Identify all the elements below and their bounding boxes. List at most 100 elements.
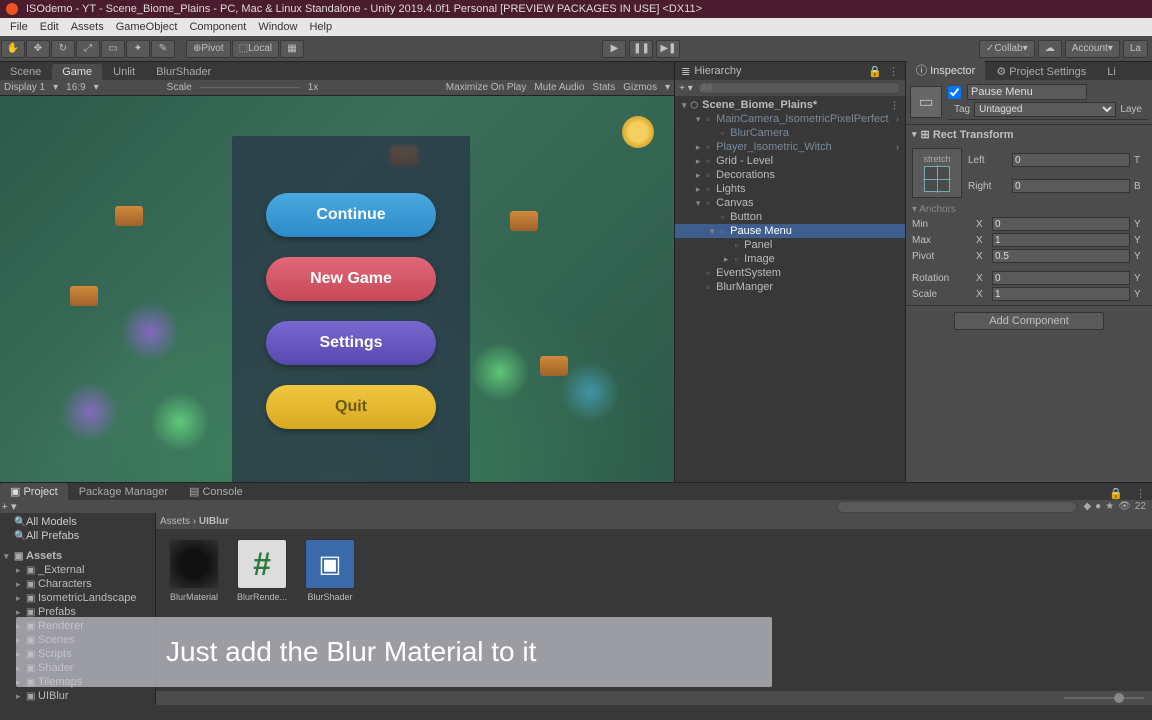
scale-tool-icon[interactable]: ⤢ [76,40,100,58]
gizmos-toggle[interactable]: Gizmos [619,82,661,93]
enabled-checkbox[interactable] [948,86,961,99]
hierarchy-search[interactable] [697,82,901,94]
layers-dropdown[interactable]: La [1123,40,1148,58]
menu-edit[interactable]: Edit [34,21,65,33]
tab-package-manager[interactable]: Package Manager [69,484,178,500]
folder-item[interactable]: ▸▣Characters [0,577,155,591]
settings-button[interactable]: Settings [266,321,436,365]
tab-inspector[interactable]: ⓘ Inspector [906,60,985,80]
panel-menu-icon[interactable]: ⋮ [1129,487,1152,500]
hierarchy-item[interactable]: ▫BlurManger [675,280,905,294]
pivot-x-field[interactable] [992,249,1130,263]
rotate-tool-icon[interactable]: ↻ [51,40,75,58]
menu-assets[interactable]: Assets [65,21,110,33]
aspect-dropdown[interactable]: 16:9 [62,82,89,93]
hierarchy-item[interactable]: ▸▫Image [675,252,905,266]
continue-button[interactable]: Continue [266,193,436,237]
move-tool-icon[interactable]: ✥ [26,40,50,58]
menu-help[interactable]: Help [303,21,338,33]
hierarchy-item[interactable]: ▾▫Canvas [675,196,905,210]
tab-game[interactable]: Game [52,64,102,80]
local-toggle[interactable]: ⬚ Local [232,40,279,58]
custom-tool-icon[interactable]: ✎ [151,40,175,58]
hierarchy-tree[interactable]: ▾⬡ Scene_Biome_Plains* ⋮ ▾▫MainCamera_Is… [675,96,905,482]
tab-unlit[interactable]: Unlit [103,64,145,80]
hand-tool-icon[interactable]: ✋ [1,40,25,58]
folder-item[interactable]: ▸▣UIBlur [0,689,155,703]
panel-lock-icon[interactable]: 🔒 [868,65,882,78]
menu-component[interactable]: Component [183,21,252,33]
hidden-icon[interactable]: 👁 [1118,501,1131,512]
tab-blurshader[interactable]: BlurShader [146,64,221,80]
close-icon[interactable] [6,3,18,15]
anchor-preset-button[interactable]: stretch [912,148,962,198]
menu-gameobject[interactable]: GameObject [110,21,184,33]
save-search-icon[interactable]: ★ [1105,501,1114,512]
hierarchy-item[interactable]: ▫BlurCamera [675,126,905,140]
pivot-toggle[interactable]: ⊕ Pivot [186,40,231,58]
project-search[interactable] [837,501,1077,513]
search-by-label-icon[interactable]: ● [1095,501,1101,512]
thumbnail-size-slider[interactable] [156,691,1152,705]
asset-item[interactable]: ▣BlurShader [302,539,358,602]
min-x-field[interactable] [992,217,1130,231]
hierarchy-item[interactable]: ▸▫Player_Isometric_Witch› [675,140,905,154]
asset-item[interactable]: BlurMaterial [166,539,222,602]
scene-root[interactable]: Scene_Biome_Plains* [702,99,817,111]
anchors-foldout[interactable]: Anchors [919,204,956,215]
tab-lighting[interactable]: Li [1097,64,1126,80]
display-dropdown[interactable]: Display 1 [0,82,49,93]
cloud-icon[interactable]: ☁ [1038,40,1062,58]
play-button[interactable]: ▶ [602,40,626,58]
breadcrumb[interactable]: Assets › UIBlur [156,513,1152,529]
create-dropdown[interactable]: + ▾ [679,83,693,94]
scene-menu-icon[interactable]: ⋮ [890,100,899,111]
new-game-button[interactable]: New Game [266,257,436,301]
menu-file[interactable]: File [4,21,34,33]
snap-icon[interactable]: ▦ [280,40,304,58]
right-field[interactable] [1012,179,1130,193]
tab-scene[interactable]: Scene [0,64,51,80]
mute-toggle[interactable]: Mute Audio [530,82,588,93]
panel-lock-icon[interactable]: 🔒 [1103,487,1129,500]
favorite-item[interactable]: 🔍All Models [0,515,155,529]
hierarchy-item[interactable]: ▾▫MainCamera_IsometricPixelPerfect› [675,112,905,126]
hierarchy-item[interactable]: ▸▫Decorations [675,168,905,182]
rect-transform-header[interactable]: ▾ ⊞ Rect Transform [906,125,1152,144]
quit-button[interactable]: Quit [266,385,436,429]
search-by-type-icon[interactable]: ◆ [1083,501,1091,512]
tag-dropdown[interactable]: Untagged [974,102,1116,117]
maximize-toggle[interactable]: Maximize On Play [442,82,531,93]
step-button[interactable]: ▶❚ [656,40,680,58]
assets-root[interactable]: ▾▣Assets [0,549,155,563]
settings-gear-icon[interactable] [622,116,654,148]
tab-project[interactable]: ▣ Project [0,483,68,500]
rect-tool-icon[interactable]: ▭ [101,40,125,58]
tab-console[interactable]: ▤ Console [179,483,253,500]
transform-tool-icon[interactable]: ✦ [126,40,150,58]
object-thumbnail-icon[interactable]: ▭ [910,86,942,118]
hierarchy-item[interactable]: ▫Panel [675,238,905,252]
hierarchy-item[interactable]: ▫Button [675,210,905,224]
scale-slider[interactable] [200,87,300,88]
add-component-button[interactable]: Add Component [954,312,1104,330]
left-field[interactable] [1012,153,1130,167]
account-dropdown[interactable]: Account ▾ [1065,40,1120,58]
game-view[interactable]: Continue New Game Settings Quit [0,96,674,482]
panel-menu-icon[interactable]: ⋮ [888,65,899,78]
collab-dropdown[interactable]: ✓ Collab ▾ [979,40,1035,58]
favorite-item[interactable]: 🔍All Prefabs [0,529,155,543]
hierarchy-item[interactable]: ▸▫Lights [675,182,905,196]
folder-item[interactable]: ▸▣IsometricLandscape [0,591,155,605]
max-x-field[interactable] [992,233,1130,247]
pause-button[interactable]: ❚❚ [629,40,653,58]
hierarchy-item[interactable]: ▾▫Pause Menu [675,224,905,238]
create-asset-dropdown[interactable]: + ▾ [0,500,18,513]
object-name-field[interactable] [967,84,1087,100]
folder-item[interactable]: ▸▣_External [0,563,155,577]
asset-item[interactable]: #BlurRende... [234,539,290,602]
scale-x-field[interactable] [992,287,1130,301]
hierarchy-item[interactable]: ▸▫Grid - Level [675,154,905,168]
stats-toggle[interactable]: Stats [588,82,619,93]
rotation-x-field[interactable] [992,271,1130,285]
